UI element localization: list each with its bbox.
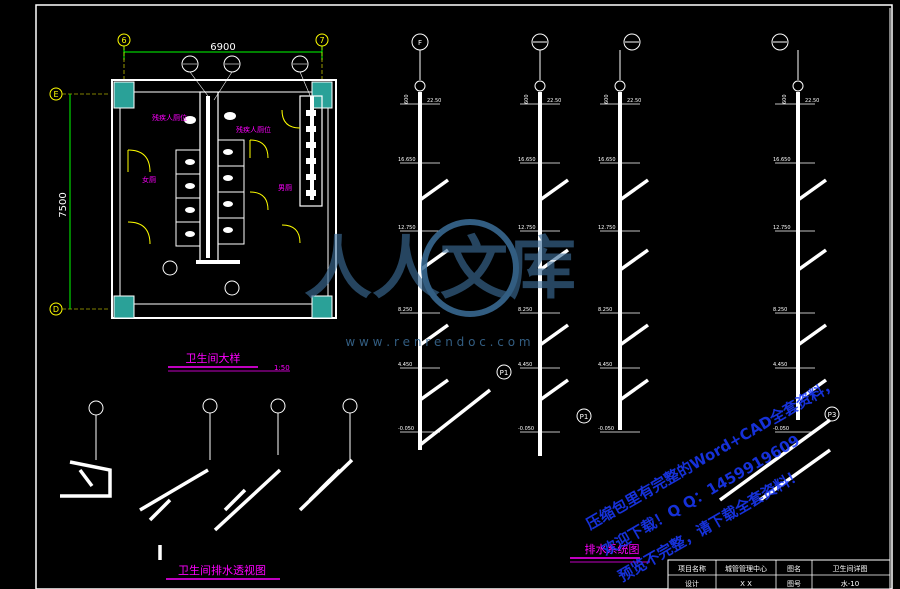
svg-text:600: 600 [404,94,410,104]
vent-height-labels: 600 600 600 600 [404,94,788,104]
tb-drawing-name-value: 卫生间详图 [833,564,868,573]
svg-text:4.450: 4.450 [398,362,412,368]
plan-inner-wall [119,91,329,305]
axonometric-tags [88,398,358,460]
watermark-brand: 人人文库 [304,230,576,309]
svg-text:16.650: 16.650 [773,157,791,163]
svg-text:P1: P1 [580,413,589,421]
dim-vertical-label: 7500 [58,192,69,217]
structural-columns [113,81,333,319]
drainage-axonometric: 卫生间排水透视图 [60,398,358,580]
svg-text:-0.050: -0.050 [598,426,614,432]
svg-text:22.50: 22.50 [547,98,561,104]
axis-label-col-left: 6 [121,36,126,45]
svg-text:-0.050: -0.050 [398,426,414,432]
room-label-women: 女厕 [142,175,156,184]
tb-project-value: 城管管理中心 [725,564,767,573]
svg-text:4.450: 4.450 [598,362,612,368]
svg-text:22.50: 22.50 [427,98,441,104]
bathroom-plan: 6900 6 7 E D 7500 残疾人厕位 残疾人厕位 女厕 男厕 卫生间大… [49,33,337,372]
room-label-disabled-women: 残疾人厕位 [152,113,187,122]
watermark-url: w w w . r e n r e n d o c . c o m [345,335,530,349]
tb-project-label: 项目名称 [678,564,706,573]
svg-text:P1: P1 [500,369,509,377]
drainage-axonometric-title: 卫生间排水透视图 [178,563,266,577]
svg-text:600: 600 [782,94,788,104]
cad-drawing-canvas: 6900 6 7 E D 7500 残疾人厕位 残疾人厕位 女厕 男厕 卫生间大… [35,4,893,589]
svg-text:22.50: 22.50 [805,98,819,104]
svg-text:16.650: 16.650 [518,157,536,163]
svg-text:22.50: 22.50 [627,98,641,104]
svg-text:12.750: 12.750 [598,225,616,231]
dim-horizontal-label: 6900 [210,42,235,53]
axis-label-col-right: 7 [319,36,324,45]
tb-design-label: 设计 [685,579,699,588]
axonometric-pipes [60,458,354,560]
room-label-disabled-men: 残疾人厕位 [236,125,271,134]
axis-label-row-top: E [53,90,58,99]
svg-text:-0.050: -0.050 [518,426,534,432]
svg-text:4.450: 4.450 [518,362,532,368]
tb-design-value: X X [740,580,752,588]
title-block: 项目名称 城管管理中心 图名 卫生间详图 设计 X X 图号 水-10 [667,559,891,589]
axis-label-row-bottom: D [53,305,59,314]
cad-drawing-viewport: 6900 6 7 E D 7500 残疾人厕位 残疾人厕位 女厕 男厕 卫生间大… [0,0,900,589]
svg-text:600: 600 [524,94,530,104]
riser-tag-F: F [418,39,422,47]
plan-outer-wall [111,79,337,319]
svg-text:8.250: 8.250 [598,307,612,313]
svg-text:4.450: 4.450 [773,362,787,368]
bathroom-plan-title: 卫生间大样 [186,351,241,365]
svg-text:8.250: 8.250 [773,307,787,313]
tb-drawing-no-label: 图号 [787,580,801,588]
tb-drawing-no-value: 水-10 [841,579,859,588]
watermark: 人人文库 w w w . r e n r e n d o c . c o m 压… [304,219,841,585]
tb-drawing-name-label: 图名 [787,564,801,573]
svg-text:12.750: 12.750 [773,225,791,231]
svg-text:P3: P3 [828,411,837,419]
plan-drain-pipes [196,96,314,264]
svg-text:16.650: 16.650 [598,157,616,163]
svg-text:16.650: 16.650 [398,157,416,163]
svg-text:600: 600 [604,94,610,104]
room-label-men: 男厕 [278,184,292,192]
